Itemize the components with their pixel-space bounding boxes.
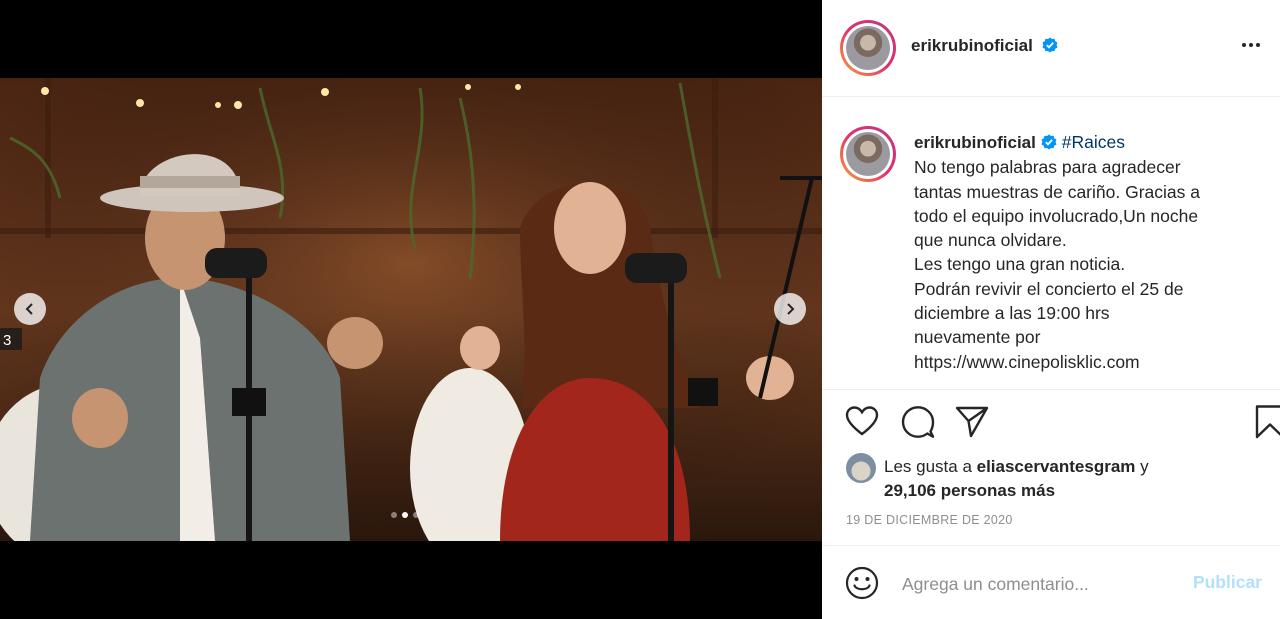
- concert-photo-illustration: 3: [0, 78, 822, 541]
- comment-input[interactable]: [900, 570, 1184, 598]
- caption-line: diciembre a las 19:00 hrs: [914, 303, 1110, 324]
- post-photo[interactable]: 3: [0, 78, 822, 541]
- comment-bar: Publicar: [822, 546, 1280, 619]
- liker-avatar[interactable]: [846, 453, 876, 483]
- carousel-prev-button[interactable]: [14, 293, 46, 325]
- verified-badge-icon: [1041, 134, 1057, 150]
- header-username[interactable]: erikrubinoficial: [911, 36, 1033, 55]
- post-details-panel: erikrubinoficial erikrubinoficial #Raice…: [822, 0, 1280, 619]
- publish-button[interactable]: Publicar: [1193, 572, 1262, 593]
- hashtag-link[interactable]: #Raices: [1062, 132, 1125, 152]
- likes-connector: y: [1135, 457, 1149, 476]
- media-area: 3: [0, 0, 822, 619]
- caption-url: https://www.cinepolisklic.com: [914, 351, 1140, 372]
- bookmark-icon: [1255, 405, 1280, 439]
- caption-line: nuevamente por: [914, 327, 1041, 348]
- carousel-dot-active: [402, 512, 408, 518]
- caption-line: No tengo palabras para agradecer: [914, 157, 1181, 178]
- likes-prefix: Les gusta a: [884, 457, 977, 476]
- caption-line: tantas muestras de cariño. Gracias a: [914, 181, 1200, 202]
- post-header: erikrubinoficial: [822, 0, 1280, 97]
- comment-icon: [901, 406, 935, 438]
- save-button[interactable]: [1252, 404, 1280, 440]
- caption-block: erikrubinoficial #Raices No tengo palabr…: [840, 126, 1266, 388]
- caption-text: erikrubinoficial #Raices No tengo palabr…: [914, 130, 1266, 374]
- heart-icon: [845, 406, 879, 436]
- carousel-next-button[interactable]: [774, 293, 806, 325]
- post-date[interactable]: 19 DE DICIEMBRE DE 2020: [846, 513, 1013, 527]
- chevron-right-icon: [787, 303, 795, 315]
- caption-avatar[interactable]: [840, 126, 896, 182]
- like-button[interactable]: [844, 404, 880, 440]
- avatar-image: [846, 26, 890, 70]
- likes-text: Les gusta a eliascervantesgram y 29,106 …: [884, 455, 1264, 503]
- paper-plane-icon: [955, 406, 989, 438]
- action-bar: [844, 404, 1280, 444]
- more-options-button[interactable]: [1240, 37, 1262, 53]
- caption-line: que nunca olvidare.: [914, 230, 1067, 251]
- caption-username[interactable]: erikrubinoficial: [914, 133, 1036, 152]
- carousel-dot: [413, 512, 419, 518]
- emoji-button[interactable]: [844, 565, 880, 601]
- caption-line: Les tengo una gran noticia.: [914, 254, 1126, 275]
- divider: [822, 389, 1280, 390]
- more-options-icon: [1242, 43, 1246, 47]
- profile-avatar[interactable]: [840, 20, 896, 76]
- corner-number: 3: [3, 332, 11, 349]
- carousel-dot: [391, 512, 397, 518]
- verified-badge-icon: [1042, 37, 1058, 53]
- avatar-image: [846, 132, 890, 176]
- chevron-left-icon: [25, 303, 33, 315]
- smiley-icon: [845, 566, 879, 600]
- comment-button[interactable]: [900, 404, 936, 440]
- liker-username[interactable]: eliascervantesgram: [977, 457, 1136, 476]
- likes-count-link[interactable]: 29,106 personas más: [884, 481, 1055, 500]
- carousel-indicator: [391, 512, 419, 518]
- caption-line: Podrán revivir el concierto el 25 de: [914, 278, 1184, 299]
- caption-line: todo el equipo involucrado,Un noche: [914, 205, 1199, 226]
- share-button[interactable]: [954, 404, 990, 440]
